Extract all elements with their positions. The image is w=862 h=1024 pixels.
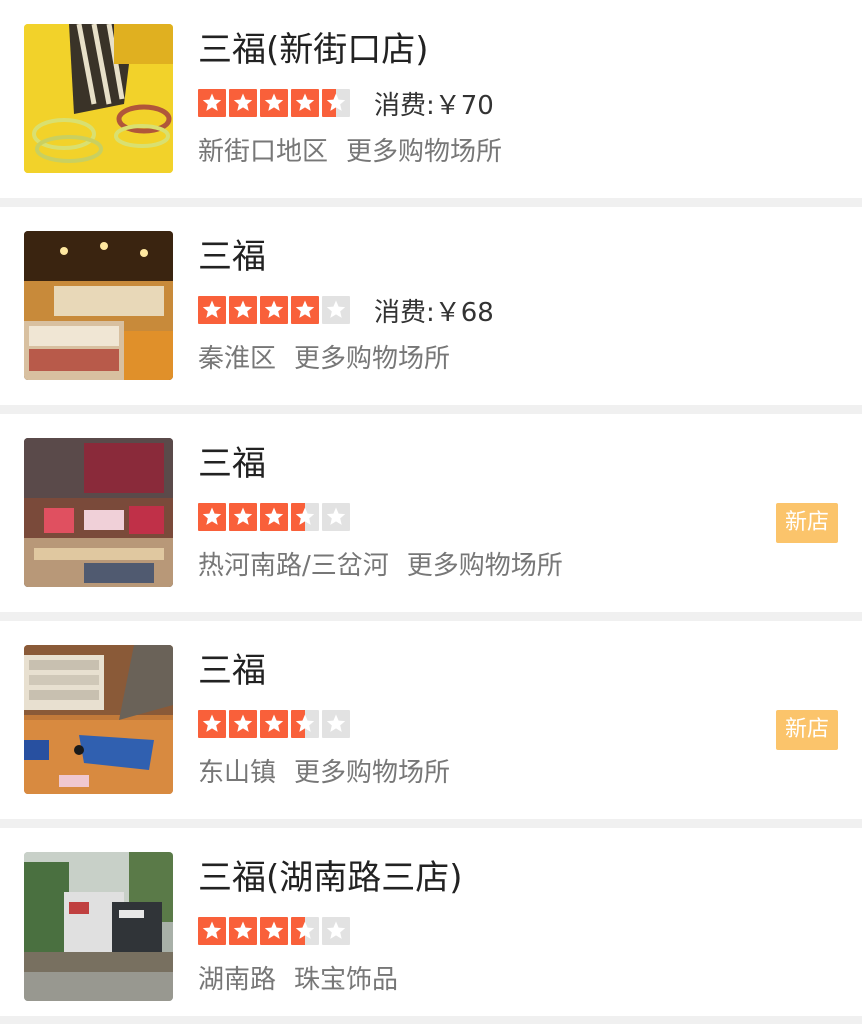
shop-meta: 湖南路 珠宝饰品 [198,962,398,998]
star-icon [322,710,350,738]
star-icon [260,503,288,531]
star-icon [291,296,319,324]
star-icon [322,89,350,117]
shop-list-item[interactable]: 三福 东山镇 更多购物场所 新店 [0,621,862,819]
star-icon [229,503,257,531]
star-icon [229,89,257,117]
shop-list-item[interactable]: 三福 热河南路/三岔河 更多购物场所 新店 [0,414,862,612]
star-icon [291,89,319,117]
rating-row [198,500,350,534]
new-shop-badge: 新店 [776,503,838,543]
new-shop-badge: 新店 [776,710,838,750]
category-label: 更多购物场所 [294,344,451,374]
star-icon [322,296,350,324]
shop-name: 三福 [198,651,266,691]
shop-meta: 热河南路/三岔河 更多购物场所 [198,548,563,584]
rating-row: 消费:￥68 [198,293,494,328]
shop-name: 三福(新街口店) [198,30,429,70]
star-icon [229,296,257,324]
star-icon [291,917,319,945]
category-label: 更多购物场所 [294,758,451,788]
category-label: 更多购物场所 [406,551,563,581]
star-icon [198,503,226,531]
rating-row: 消费:￥70 [198,86,494,121]
price-label: 消费:￥68 [374,297,494,328]
category-label: 珠宝饰品 [294,965,399,995]
price-label: 消费:￥70 [374,90,494,121]
star-icon [229,710,257,738]
star-icon [260,296,288,324]
star-rating [198,89,350,117]
shop-photo[interactable] [24,852,173,1001]
area-label: 秦淮区 [198,344,277,374]
shop-name: 三福(湖南路三店) [198,858,463,898]
shop-photo[interactable] [24,231,173,380]
shop-list-item[interactable]: 三福(湖南路三店) 湖南路 珠宝饰品 [0,828,862,1016]
rating-row [198,914,350,948]
shop-photo[interactable] [24,645,173,794]
star-rating [198,503,350,531]
star-icon [322,917,350,945]
star-rating [198,296,350,324]
area-label: 热河南路/三岔河 [198,551,389,581]
shop-photo[interactable] [24,438,173,587]
star-icon [198,710,226,738]
star-icon [291,710,319,738]
category-label: 更多购物场所 [346,137,503,167]
shop-meta: 新街口地区 更多购物场所 [198,134,502,170]
shop-meta: 秦淮区 更多购物场所 [198,341,450,377]
shop-meta: 东山镇 更多购物场所 [198,755,450,791]
star-icon [198,89,226,117]
rating-row [198,707,350,741]
star-icon [291,503,319,531]
area-label: 新街口地区 [198,137,329,167]
shop-list-item[interactable]: 三福(新街口店) 消费:￥70 新街口地区 更多购物场所 [0,0,862,198]
shop-name: 三福 [198,237,266,277]
star-icon [260,710,288,738]
star-icon [229,917,257,945]
shop-list-item[interactable]: 三福 消费:￥68 秦淮区 更多购物场所 [0,207,862,405]
star-icon [322,503,350,531]
shop-name: 三福 [198,444,266,484]
star-rating [198,710,350,738]
star-icon [260,89,288,117]
shop-photo[interactable] [24,24,173,173]
area-label: 湖南路 [198,965,277,995]
star-icon [198,296,226,324]
area-label: 东山镇 [198,758,277,788]
shop-list: 三福(新街口店) 消费:￥70 新街口地区 更多购物场所 三福 消费:￥68 秦… [0,0,862,1016]
star-rating [198,917,350,945]
star-icon [198,917,226,945]
star-icon [260,917,288,945]
